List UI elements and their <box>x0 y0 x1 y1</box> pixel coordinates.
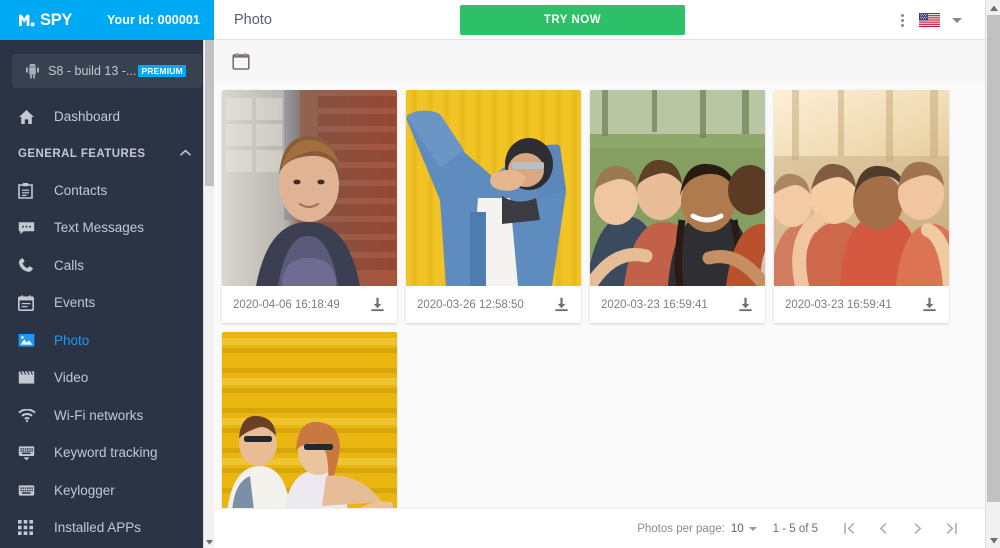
sidebar-item-installed-apps[interactable]: Installed APPs <box>0 509 214 547</box>
photo-card-footer: 2020-03-23 16:59:41 <box>774 286 949 323</box>
sidebar-item-keyword-tracking-label: Keyword tracking <box>54 445 158 461</box>
brand-bar: SPY Your Id: 000001 <box>0 0 214 40</box>
home-icon <box>18 109 40 125</box>
device-name-wrap: S8 - build 13 -... PREMIUM <box>42 64 192 78</box>
sidebar-item-contacts-label: Contacts <box>54 182 108 198</box>
page-scroll-up-arrow[interactable] <box>986 0 1000 15</box>
photo-card[interactable]: 2020-03-23 16:59:41 <box>590 90 765 323</box>
sidebar-item-wifi-networks-label: Wi-Fi networks <box>54 407 144 423</box>
per-page-select[interactable]: 10 <box>731 523 757 535</box>
page-scrollbar[interactable] <box>985 0 1000 548</box>
sidebar-item-wifi-networks[interactable]: Wi-Fi networks <box>0 397 214 435</box>
chevron-down-icon[interactable] <box>952 17 962 23</box>
page-range-label: 1 - 5 of 5 <box>772 522 818 535</box>
photo-thumbnail-yellow[interactable] <box>406 90 581 286</box>
per-page-value: 10 <box>730 522 744 535</box>
sidebar-item-events[interactable]: Events <box>0 284 214 322</box>
sidebar-item-calls-label: Calls <box>54 257 85 273</box>
first-page-button[interactable] <box>832 515 866 543</box>
sidebar-item-keyword-tracking[interactable]: Keyword tracking <box>0 434 214 472</box>
page-scrollbar-thumb[interactable] <box>987 15 1000 502</box>
gallery-content: 2020-04-06 16:18:49 2020-03-26 12:58:50 … <box>214 82 1000 548</box>
more-vertical-icon[interactable] <box>898 10 907 31</box>
sidebar-scrollbar[interactable] <box>203 40 214 548</box>
mspy-logo-mark <box>19 14 35 26</box>
phone-icon <box>18 257 40 273</box>
apps-grid-icon <box>18 520 40 536</box>
keyboard-search-icon <box>18 445 40 461</box>
user-id-label: Your Id: 000001 <box>107 13 200 27</box>
photo-icon <box>18 333 40 348</box>
premium-badge: PREMIUM <box>138 65 186 77</box>
photo-date: 2020-03-23 16:59:41 <box>601 298 708 311</box>
photo-card-footer: 2020-04-06 16:18:49 <box>222 286 397 323</box>
sidebar-item-calls[interactable]: Calls <box>0 247 214 285</box>
sidebar-section-label: GENERAL FEATURES <box>18 147 146 160</box>
sidebar-item-dashboard[interactable]: Dashboard <box>0 98 214 136</box>
sidebar-item-photo-label: Photo <box>54 332 90 348</box>
photo-thumbnail-sunlit-selfie[interactable] <box>774 90 949 286</box>
sidebar-scrollbar-thumb[interactable] <box>205 40 214 186</box>
page-title: Photo <box>234 11 272 28</box>
photo-card-footer: 2020-03-23 16:59:41 <box>590 286 765 323</box>
photo-card[interactable]: 2020-03-26 12:58:50 <box>406 90 581 323</box>
wifi-icon <box>18 408 40 422</box>
photo-card[interactable]: 2020-03-23 16:59:41 <box>774 90 949 323</box>
photo-card-footer: 2020-03-26 12:58:50 <box>406 286 581 323</box>
photo-date: 2020-03-26 12:58:50 <box>417 298 524 311</box>
sidebar-scroll-down-arrow[interactable] <box>204 536 214 548</box>
device-name: S8 - build 13 -... <box>48 64 137 78</box>
photo-card[interactable]: 2020-04-06 16:18:49 <box>222 90 397 323</box>
header-actions <box>898 0 962 40</box>
android-icon <box>22 63 42 79</box>
photo-thumbnail-park-selfie[interactable] <box>590 90 765 286</box>
keyboard-icon <box>18 484 40 497</box>
download-icon[interactable] <box>738 297 753 312</box>
video-icon <box>18 370 40 385</box>
sidebar-item-contacts[interactable]: Contacts <box>0 172 214 210</box>
sidebar-section-general-features[interactable]: GENERAL FEATURES <box>0 136 214 172</box>
photo-thumbnail-bleachers[interactable] <box>222 332 397 508</box>
chevron-up-icon <box>179 148 192 160</box>
sidebar-item-photo[interactable]: Photo <box>0 322 214 360</box>
contacts-icon <box>18 182 40 199</box>
sidebar-item-dashboard-label: Dashboard <box>54 109 121 125</box>
photo-date: 2020-04-06 16:18:49 <box>233 298 340 311</box>
download-icon[interactable] <box>370 297 385 312</box>
sidebar-nav: Dashboard GENERAL FEATURES Contacts Text… <box>0 98 214 547</box>
device-selector[interactable]: S8 - build 13 -... PREMIUM <box>12 54 202 88</box>
photo-grid: 2020-04-06 16:18:49 2020-03-26 12:58:50 … <box>214 82 986 508</box>
download-icon[interactable] <box>554 297 569 312</box>
per-page-label: Photos per page: <box>637 522 725 535</box>
top-header: Photo TRY NOW <box>214 0 1000 40</box>
sidebar-item-events-label: Events <box>54 295 96 311</box>
sidebar-item-text-messages-label: Text Messages <box>54 220 145 236</box>
date-filter-icon[interactable] <box>232 52 250 70</box>
photo-card[interactable] <box>222 332 397 508</box>
page-scroll-down-arrow[interactable] <box>986 533 1000 548</box>
message-icon <box>18 220 40 235</box>
sidebar-item-installed-apps-label: Installed APPs <box>54 520 142 536</box>
photo-date: 2020-03-23 16:59:41 <box>785 298 892 311</box>
chevron-down-icon <box>748 526 757 531</box>
next-page-button[interactable] <box>900 515 934 543</box>
paginator: Photos per page: 10 1 - 5 of 5 <box>214 508 986 548</box>
prev-page-button[interactable] <box>866 515 900 543</box>
sidebar-item-keylogger-label: Keylogger <box>54 482 115 498</box>
photo-thumbnail-brick[interactable] <box>222 90 397 286</box>
download-icon[interactable] <box>922 297 937 312</box>
mspy-logo[interactable]: SPY <box>18 11 72 30</box>
sidebar-item-video-label: Video <box>54 370 89 386</box>
sidebar-item-text-messages[interactable]: Text Messages <box>0 209 214 247</box>
sidebar-item-video[interactable]: Video <box>0 359 214 397</box>
gallery-toolbar <box>214 40 1000 82</box>
try-now-button[interactable]: TRY NOW <box>460 5 685 35</box>
us-flag-icon[interactable] <box>919 13 940 27</box>
main-panel: Photo TRY NOW 2020-04-06 16:18:49 2020-0… <box>214 0 1000 548</box>
sidebar-item-keylogger[interactable]: Keylogger <box>0 472 214 510</box>
last-page-button[interactable] <box>934 515 968 543</box>
sidebar: SPY Your Id: 000001 S8 - build 13 -... P… <box>0 0 214 548</box>
calendar-icon <box>18 295 40 311</box>
mspy-logo-text: SPY <box>40 10 73 29</box>
